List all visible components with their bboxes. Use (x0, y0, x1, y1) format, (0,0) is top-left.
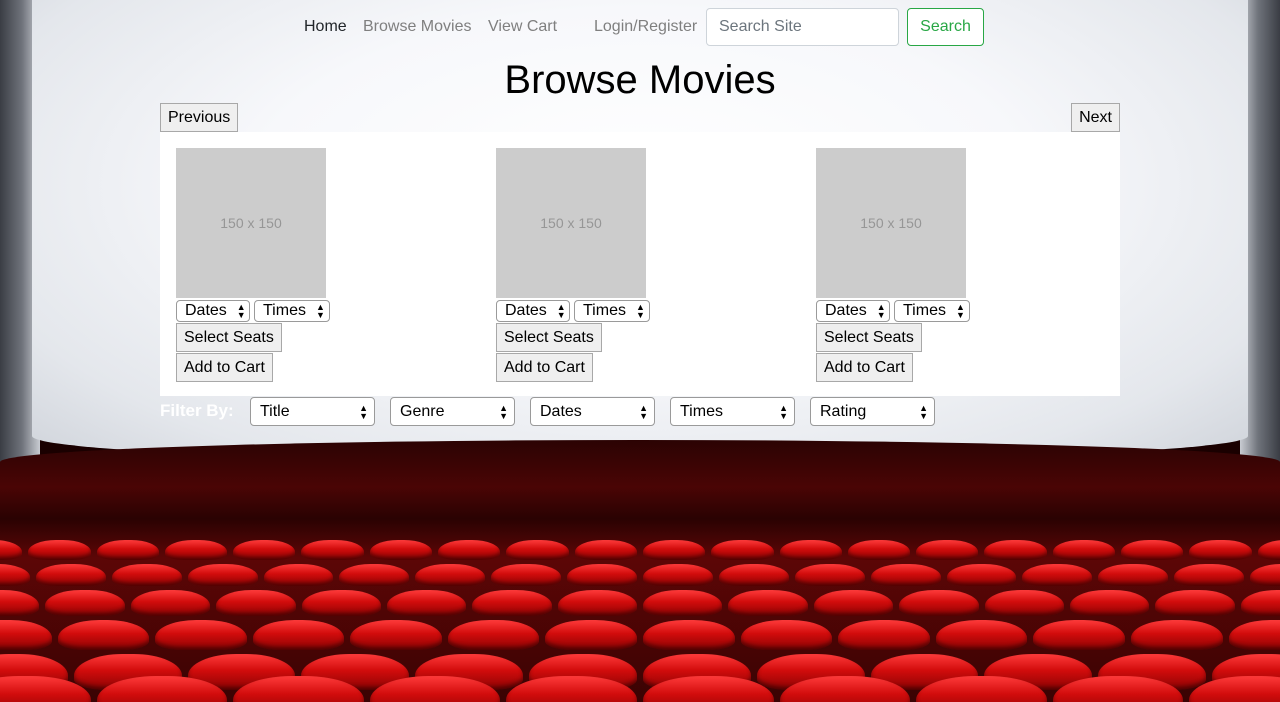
times-select[interactable]: Times ▲ ▼ (574, 300, 650, 322)
movie-poster-placeholder: 150 x 150 (496, 148, 646, 298)
movie-card: 150 x 150 Dates ▲ ▼ Times ▲ ▼ Select Seats A… (176, 148, 476, 382)
select-arrows-icon: ▲ ▼ (236, 302, 246, 320)
times-select[interactable]: Times ▲ ▼ (894, 300, 970, 322)
times-select-value: Times (583, 302, 626, 319)
page-title: Browse Movies (504, 58, 776, 102)
movie-poster-placeholder: 150 x 150 (816, 148, 966, 298)
movie-card: 150 x 150 Dates ▲ ▼ Times ▲ ▼ Select Seats A… (816, 148, 1116, 382)
previous-button[interactable]: Previous (160, 103, 239, 132)
nav-browse-movies[interactable]: Browse Movies (363, 18, 471, 36)
seat-row (0, 676, 1280, 702)
seat-row (0, 620, 1280, 650)
add-to-cart-button[interactable]: Add to Cart (496, 353, 593, 382)
poster-size-label: 150 x 150 (860, 215, 922, 231)
select-seats-button[interactable]: Select Seats (816, 323, 922, 352)
select-arrows-icon: ▲ ▼ (639, 402, 648, 421)
nav-login-register[interactable]: Login/Register (594, 18, 697, 36)
filter-select-value: Rating (820, 402, 867, 420)
filter-select-value: Dates (540, 402, 582, 420)
dates-select-value: Dates (185, 302, 227, 319)
movie-card: 150 x 150 Dates ▲ ▼ Times ▲ ▼ Select Seats A… (496, 148, 796, 382)
filter-dates-select[interactable]: Dates ▲ ▼ (530, 397, 655, 426)
select-seats-button[interactable]: Select Seats (176, 323, 282, 352)
select-arrows-icon: ▲ ▼ (315, 302, 325, 320)
add-to-cart-button[interactable]: Add to Cart (176, 353, 273, 382)
poster-size-label: 150 x 150 (220, 215, 282, 231)
add-to-cart-button[interactable]: Add to Cart (816, 353, 913, 382)
select-arrows-icon: ▲ ▼ (359, 402, 368, 421)
dates-select[interactable]: Dates ▲ ▼ (176, 300, 250, 322)
times-select-value: Times (263, 302, 306, 319)
select-seats-button[interactable]: Select Seats (496, 323, 602, 352)
filter-rating-select[interactable]: Rating ▲ ▼ (810, 397, 935, 426)
movie-list: 150 x 150 Dates ▲ ▼ Times ▲ ▼ Select Seats A… (160, 132, 1120, 396)
seat-row (0, 564, 1280, 586)
filter-times-select[interactable]: Times ▲ ▼ (670, 397, 795, 426)
filter-title-select[interactable]: Title ▲ ▼ (250, 397, 375, 426)
filter-select-value: Times (680, 402, 723, 420)
navbar: Home Browse Movies View Cart Login/Regis… (0, 8, 1280, 46)
times-select-value: Times (903, 302, 946, 319)
select-arrows-icon: ▲ ▼ (955, 302, 965, 320)
times-select[interactable]: Times ▲ ▼ (254, 300, 330, 322)
filter-bar: Filter By: Title ▲ ▼ Genre ▲ ▼ Dates ▲ ▼ Times… (160, 397, 1120, 426)
filter-label: Filter By: (160, 401, 234, 420)
select-arrows-icon: ▲ ▼ (499, 402, 508, 421)
filter-select-value: Genre (400, 402, 445, 420)
dates-select-value: Dates (505, 302, 547, 319)
search-input[interactable] (706, 8, 899, 46)
seat-row (0, 590, 1280, 616)
filter-select-value: Title (260, 402, 290, 420)
movie-poster-placeholder: 150 x 150 (176, 148, 326, 298)
seating-area (0, 440, 1280, 702)
filter-genre-select[interactable]: Genre ▲ ▼ (390, 397, 515, 426)
dates-select[interactable]: Dates ▲ ▼ (496, 300, 570, 322)
select-arrows-icon: ▲ ▼ (919, 402, 928, 421)
select-arrows-icon: ▲ ▼ (876, 302, 886, 320)
select-arrows-icon: ▲ ▼ (635, 302, 645, 320)
search-button[interactable]: Search (907, 8, 984, 46)
dates-select[interactable]: Dates ▲ ▼ (816, 300, 890, 322)
dates-select-value: Dates (825, 302, 867, 319)
select-arrows-icon: ▲ ▼ (779, 402, 788, 421)
nav-view-cart[interactable]: View Cart (488, 18, 557, 36)
seat-row (0, 540, 1280, 560)
nav-home[interactable]: Home (304, 18, 347, 36)
select-arrows-icon: ▲ ▼ (556, 302, 566, 320)
poster-size-label: 150 x 150 (540, 215, 602, 231)
next-button[interactable]: Next (1071, 103, 1120, 132)
